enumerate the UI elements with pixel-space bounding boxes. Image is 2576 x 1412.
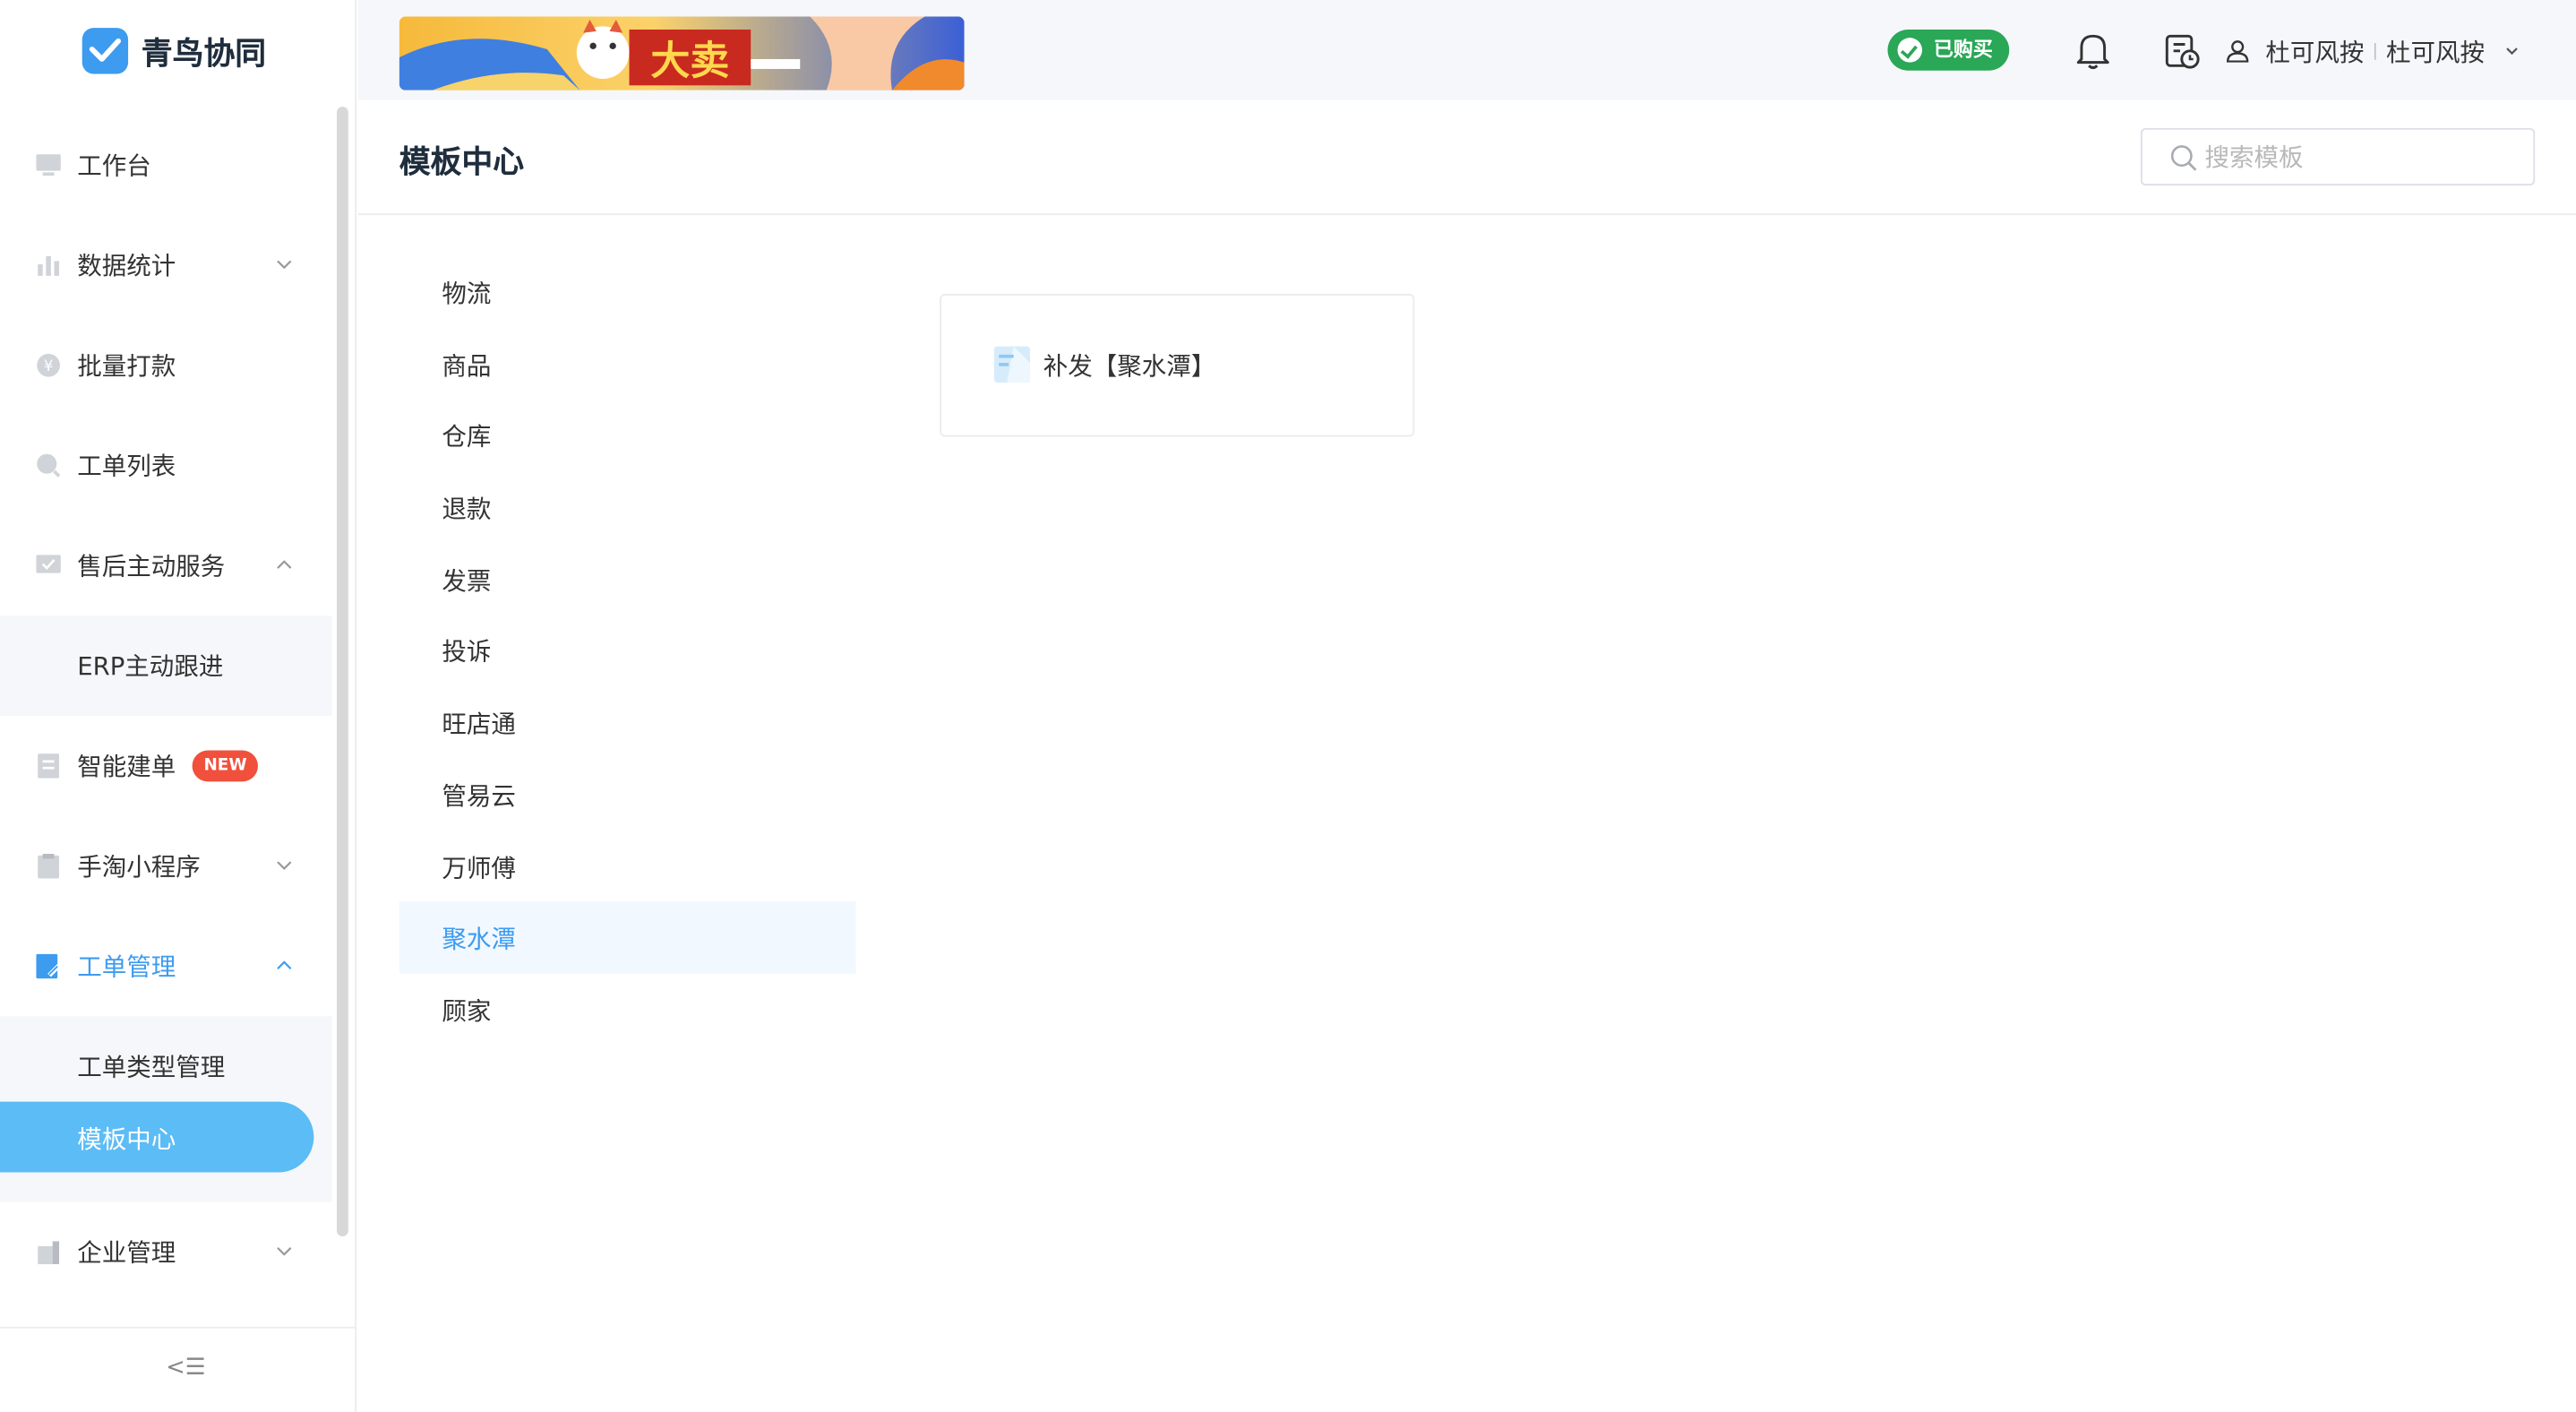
sidebar-item-taobao-miniapp[interactable]: 手淘小程序 [0, 816, 332, 917]
category-item-jushuitan[interactable]: 聚水潭 [399, 901, 856, 974]
sidebar-item-label: 售后主动服务 [77, 551, 226, 581]
page-title: 模板中心 [399, 144, 525, 181]
sidebar-item-label: 智能建单 [77, 752, 176, 782]
user-separator: | [2372, 41, 2378, 60]
category-label: 商品 [442, 350, 492, 381]
sidebar-subitem-ticket-type[interactable]: 工单类型管理 [0, 1016, 332, 1102]
category-label: 退款 [442, 494, 492, 524]
sidebar-subitem-label: 工单类型管理 [77, 1052, 226, 1082]
promo-banner-text: 大卖 [650, 38, 729, 83]
search-icon [2170, 145, 2197, 171]
category-list: 物流 商品 仓库 退款 发票 投诉 旺店通 管易云 万师傅 聚水潭 顾家 [399, 256, 856, 1046]
chevron-down-icon [277, 260, 292, 270]
sidebar-item-aftersale[interactable]: 售后主动服务 [0, 515, 332, 616]
sidebar-item-workbench[interactable]: 工作台 [0, 115, 332, 215]
category-item-complaint[interactable]: 投诉 [399, 615, 856, 686]
search-icon [37, 453, 61, 478]
category-label: 仓库 [442, 422, 492, 452]
sidebar-subitem-template-center[interactable]: 模板中心 [0, 1101, 332, 1202]
coin-icon: ¥ [37, 353, 60, 377]
clipboard-icon [38, 853, 60, 879]
collapse-menu-button[interactable]: <☰ [0, 1326, 357, 1412]
sidebar-item-label: 工单管理 [77, 951, 176, 982]
sidebar-submenu: 工单类型管理 模板中心 [0, 1016, 332, 1202]
sidebar-item-ticket-management[interactable]: 工单管理 [0, 917, 332, 1017]
top-bar: 大卖 已购买 杜可风按 | 杜可风按 [357, 0, 2576, 100]
sidebar-item-label: 数据统计 [77, 251, 176, 281]
document-icon [38, 753, 60, 779]
svg-text:¥: ¥ [44, 357, 54, 375]
logo-text: 青鸟协同 [141, 35, 267, 72]
sidebar-item-label: 企业管理 [77, 1237, 176, 1268]
sidebar-subitem-label: ERP主动跟进 [77, 651, 224, 682]
app-root: 青鸟协同 工作台 数据统计 ¥ 批量打款 工单列表 售后主动服务 ERP主动跟进… [0, 0, 2576, 1412]
building-icon [38, 1241, 60, 1265]
logo[interactable]: 青鸟协同 [82, 26, 266, 75]
sidebar-item-label: 手淘小程序 [77, 852, 201, 882]
user-menu[interactable]: 杜可风按 | 杜可风按 [2226, 31, 2520, 71]
bar-chart-icon [38, 255, 60, 276]
sidebar: 青鸟协同 工作台 数据统计 ¥ 批量打款 工单列表 售后主动服务 ERP主动跟进… [0, 0, 357, 1412]
sidebar-item-label: 工单列表 [77, 451, 176, 481]
logo-check-icon [82, 28, 129, 74]
page-header: 模板中心 [357, 99, 2576, 216]
category-label: 发票 [442, 565, 492, 596]
category-label: 万师傅 [442, 853, 516, 883]
category-item-gujia[interactable]: 顾家 [399, 974, 856, 1046]
promo-banner[interactable]: 大卖 [399, 16, 965, 90]
sidebar-item-label: 批量打款 [77, 351, 176, 382]
category-item-wanshifu[interactable]: 万师傅 [399, 830, 856, 901]
check-circle-icon [1897, 38, 1923, 63]
bell-icon[interactable] [2075, 31, 2111, 71]
sidebar-item-label: 工作台 [77, 151, 151, 181]
sidebar-item-data-stats[interactable]: 数据统计 [0, 215, 332, 315]
chevron-down-icon [2506, 47, 2519, 56]
sidebar-scrollbar[interactable] [337, 107, 348, 1236]
chevron-up-icon [277, 560, 292, 569]
purchased-badge-label: 已购买 [1933, 38, 1993, 61]
chevron-up-icon [277, 960, 292, 970]
category-label: 旺店通 [442, 709, 516, 739]
user-icon [2226, 40, 2249, 63]
category-item-refund[interactable]: 退款 [399, 471, 856, 543]
sidebar-subitem-erp-followup[interactable]: ERP主动跟进 [0, 616, 332, 717]
category-label: 聚水潭 [442, 925, 516, 955]
user-org: 杜可风按 [2385, 37, 2486, 67]
category-item-wangdiantong[interactable]: 旺店通 [399, 686, 856, 758]
search-box[interactable] [2140, 127, 2536, 186]
category-item-product[interactable]: 商品 [399, 328, 856, 400]
category-label: 投诉 [442, 637, 492, 667]
category-label: 物流 [442, 279, 492, 309]
category-label: 管易云 [442, 780, 516, 811]
category-item-warehouse[interactable]: 仓库 [399, 400, 856, 471]
promo-banner-image: 大卖 [399, 16, 965, 90]
template-doc-icon [993, 346, 1031, 383]
sidebar-item-batch-payment[interactable]: ¥ 批量打款 [0, 315, 332, 416]
sidebar-item-enterprise[interactable]: 企业管理 [0, 1201, 332, 1302]
edit-doc-icon [36, 953, 61, 979]
chevron-down-icon [277, 1246, 292, 1256]
category-item-guanyiyun[interactable]: 管易云 [399, 758, 856, 830]
purchased-badge[interactable]: 已购买 [1887, 29, 2010, 71]
chat-check-icon [36, 555, 61, 573]
new-badge: NEW [192, 750, 259, 782]
sidebar-item-smart-create[interactable]: 智能建单 NEW [0, 716, 332, 816]
chevron-down-icon [277, 861, 292, 871]
template-card-label: 补发【聚水潭】 [1043, 351, 1216, 382]
user-name: 杜可风按 [2265, 37, 2365, 67]
category-item-invoice[interactable]: 发票 [399, 543, 856, 615]
template-card[interactable]: 补发【聚水潭】 [940, 294, 1415, 437]
search-input[interactable] [2204, 139, 2517, 176]
sidebar-subitem-label: 模板中心 [77, 1124, 176, 1155]
collapse-menu-icon: <☰ [166, 1354, 206, 1382]
category-label: 顾家 [442, 996, 492, 1027]
sidebar-item-ticket-list[interactable]: 工单列表 [0, 416, 332, 516]
selected-menu-pill[interactable]: 模板中心 [0, 1101, 314, 1173]
sidebar-menu: 工作台 数据统计 ¥ 批量打款 工单列表 售后主动服务 ERP主动跟进 智能建单… [0, 115, 332, 1302]
category-item-logistics[interactable]: 物流 [399, 256, 856, 328]
calendar-clock-icon[interactable] [2164, 31, 2200, 71]
monitor-icon [36, 154, 61, 176]
